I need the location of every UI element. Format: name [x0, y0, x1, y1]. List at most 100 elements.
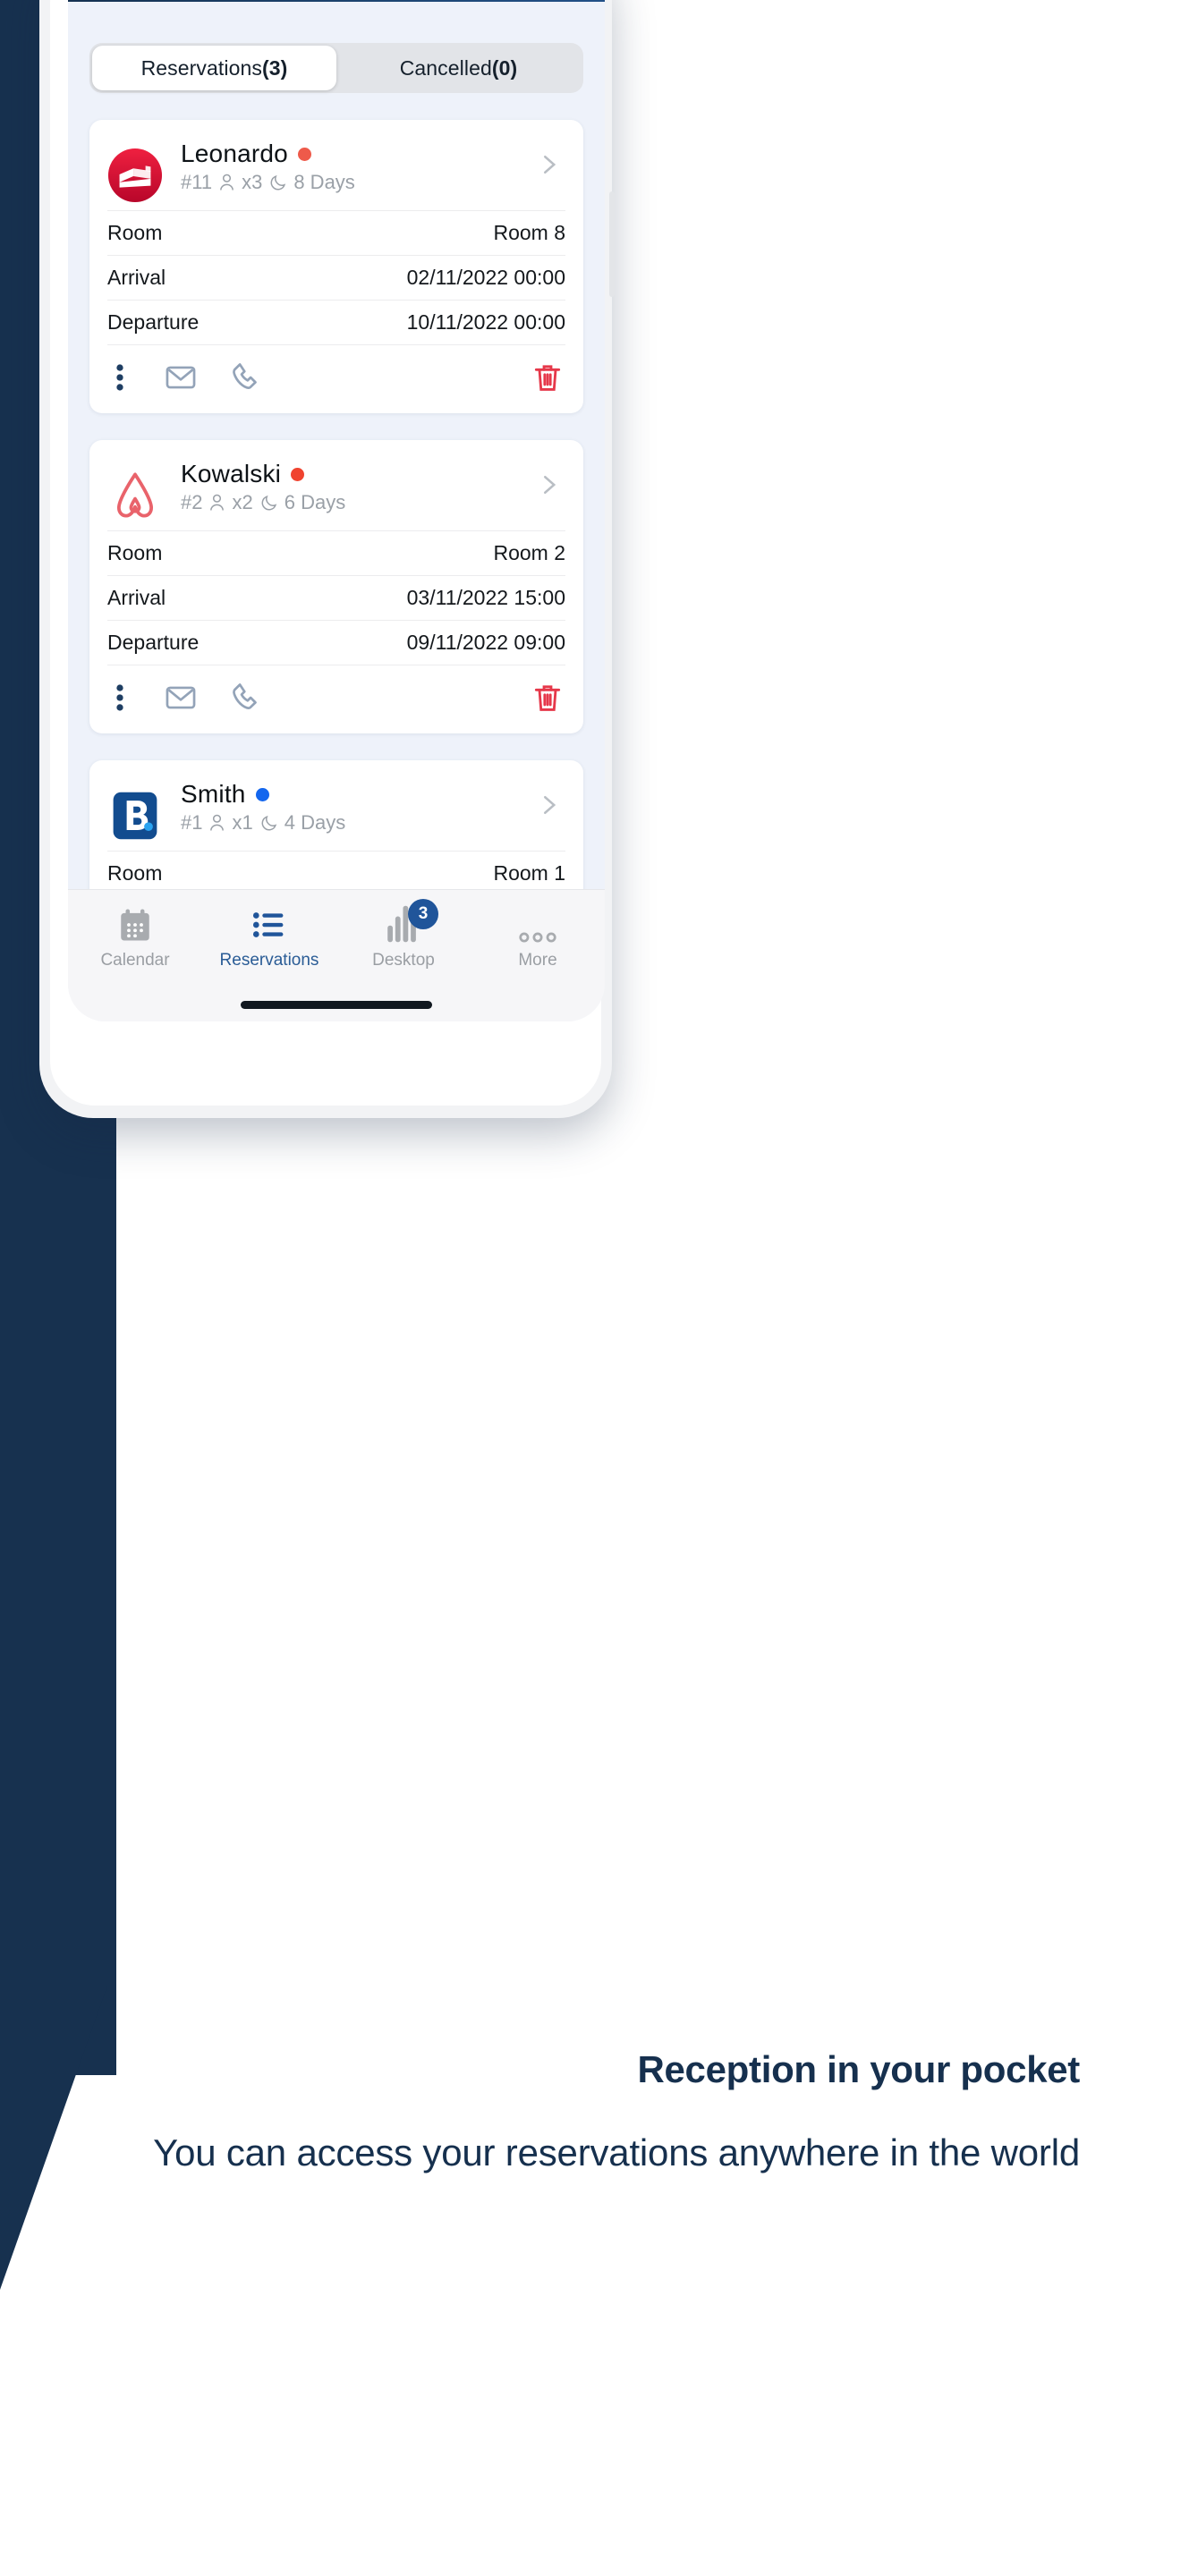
nav-item-more[interactable]: More: [471, 901, 605, 1021]
guest-line: Smith: [181, 780, 517, 809]
detail-label: Arrival: [107, 266, 166, 289]
status-badge: [255, 787, 269, 801]
marketing-copy: Reception in your pocket You can access …: [0, 2048, 1189, 2177]
nav-label: Reservations: [219, 951, 319, 970]
guest-name: Smith: [181, 780, 246, 808]
desktop-badge: 3: [408, 899, 438, 929]
detail-value: 03/11/2022 15:00: [406, 586, 565, 609]
reservation-tab-strip: Reservations (3) Cancelled (0): [89, 43, 583, 93]
night-count: 8 Days: [293, 171, 355, 193]
ellipsis-icon: [518, 901, 557, 944]
reservation-head-text: Smith #1 x1 4 Days: [181, 780, 517, 851]
reservation-ref: #2: [181, 491, 203, 513]
guest-name: Leonardo: [181, 140, 288, 167]
detail-value: Room 1: [493, 861, 565, 885]
reservation-detail-rows: Room Room 8 Arrival 02/11/2022 00:00 Dep…: [89, 210, 583, 344]
chevron-right-icon[interactable]: [535, 151, 565, 199]
booking-logo-icon: [107, 788, 163, 843]
guest-count: x2: [232, 491, 253, 513]
detail-value: 10/11/2022 00:00: [406, 310, 565, 334]
detail-label: Room: [107, 541, 163, 564]
guest-name: Kowalski: [181, 460, 282, 487]
detail-row-arrival: Arrival 03/11/2022 15:00: [107, 575, 565, 620]
detail-value: Room 2: [493, 541, 565, 564]
nav-item-calendar[interactable]: Calendar: [68, 901, 202, 1021]
tab-cancelled[interactable]: Cancelled (0): [336, 46, 581, 90]
detail-label: Room: [107, 861, 163, 885]
reservation-ref: #1: [181, 811, 203, 834]
detail-value: 09/11/2022 09:00: [406, 631, 565, 654]
detail-value: Room 8: [493, 221, 565, 244]
app-header: Search: [68, 0, 605, 2]
trash-icon[interactable]: [530, 360, 565, 395]
detail-label: Arrival: [107, 586, 166, 609]
home-indicator: [241, 1001, 432, 1009]
tab-reservations-count: (3): [262, 55, 288, 80]
reservation-meta: #11 x3 8 Days: [181, 171, 517, 194]
detail-row-room: Room Room 8: [107, 210, 565, 255]
guest-count: x1: [232, 811, 253, 834]
reservation-card-actions: [89, 345, 583, 413]
marketing-title: Reception in your pocket: [637, 2048, 1080, 2090]
nav-label: Desktop: [372, 951, 435, 970]
reservation-ref: #11: [181, 171, 213, 193]
reservation-head-text: Leonardo #11 x3 8 Days: [181, 140, 517, 210]
airbnb-logo-icon: [107, 468, 163, 523]
nav-label: Calendar: [100, 951, 170, 970]
reservation-card-header[interactable]: Smith #1 x1 4 Days: [89, 760, 583, 851]
reservation-card[interactable]: Kowalski #2 x2 6 Days Room Room 2 Arriva…: [89, 440, 583, 733]
email-icon[interactable]: [163, 680, 199, 716]
tab-reservations[interactable]: Reservations (3): [92, 46, 336, 90]
reservation-head-text: Kowalski #2 x2 6 Days: [181, 460, 517, 530]
status-badge: [297, 147, 311, 161]
phone-device-frame: Search Reservations(3) Cancelled(0): [39, 0, 615, 1118]
guest-line: Kowalski: [181, 460, 517, 488]
tab-cancelled-count: (0): [491, 55, 518, 80]
person-icon: [210, 814, 225, 831]
bed-logo-icon: [107, 148, 163, 203]
email-icon[interactable]: [163, 360, 199, 395]
phone-icon[interactable]: [229, 680, 265, 716]
trash-icon[interactable]: [530, 680, 565, 716]
reservation-card-header[interactable]: Leonardo #11 x3 8 Days: [89, 120, 583, 210]
detail-row-room: Room Room 2: [107, 530, 565, 575]
detail-label: Room: [107, 221, 163, 244]
marketing-subtitle: You can access your reservations anywher…: [153, 2131, 1080, 2174]
night-count: 6 Days: [284, 491, 346, 513]
guest-count: x3: [242, 171, 263, 193]
phone-screen: Search Reservations(3) Cancelled(0): [68, 0, 605, 1021]
bar-chart-icon: 3: [385, 899, 438, 944]
reservation-card-actions: [89, 665, 583, 733]
more-dots-icon[interactable]: [107, 360, 132, 395]
chevron-right-icon[interactable]: [535, 792, 565, 839]
moon-icon: [261, 815, 276, 830]
reservation-meta: #2 x2 6 Days: [181, 491, 517, 514]
reservation-meta: #1 x1 4 Days: [181, 811, 517, 835]
reservation-list: Leonardo #11 x3 8 Days Room Room 8 Arriv…: [68, 93, 605, 985]
detail-label: Departure: [107, 310, 200, 334]
detail-row-departure: Departure 09/11/2022 09:00: [107, 620, 565, 665]
person-icon: [220, 174, 234, 191]
person-icon: [210, 494, 225, 511]
chevron-right-icon[interactable]: [535, 471, 565, 519]
status-badge: [291, 467, 305, 481]
moon-icon: [270, 174, 286, 190]
reservation-detail-rows: Room Room 2 Arrival 03/11/2022 15:00 Dep…: [89, 530, 583, 665]
more-dots-icon[interactable]: [107, 680, 132, 716]
detail-value: 02/11/2022 00:00: [406, 266, 565, 289]
list-icon: [251, 901, 288, 944]
detail-row-arrival: Arrival 02/11/2022 00:00: [107, 255, 565, 300]
bottom-navigation-bar: Calendar Reservations 3 Desktop More: [68, 889, 605, 1021]
tab-reservations-label: Reservations: [140, 55, 262, 80]
phone-bezel: Search Reservations(3) Cancelled(0): [50, 0, 605, 1106]
night-count: 4 Days: [284, 811, 346, 834]
nav-label: More: [518, 951, 557, 970]
guest-line: Leonardo: [181, 140, 517, 168]
detail-label: Departure: [107, 631, 200, 654]
reservation-card[interactable]: Leonardo #11 x3 8 Days Room Room 8 Arriv…: [89, 120, 583, 413]
reservation-card-header[interactable]: Kowalski #2 x2 6 Days: [89, 440, 583, 530]
moon-icon: [261, 495, 276, 510]
phone-icon[interactable]: [229, 360, 265, 395]
detail-row-departure: Departure 10/11/2022 00:00: [107, 300, 565, 344]
phone-side-button: [609, 191, 615, 297]
